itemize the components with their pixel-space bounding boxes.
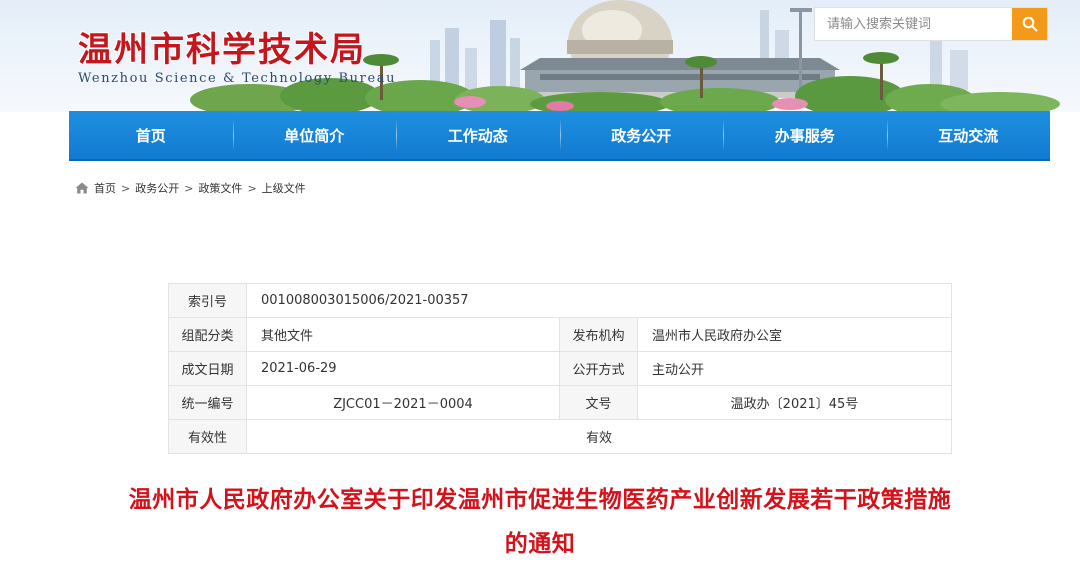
home-icon bbox=[75, 182, 89, 194]
breadcrumb-disclosure[interactable]: 政务公开 bbox=[135, 180, 179, 196]
table-row: 组配分类 其他文件 发布机构 温州市人民政府办公室 bbox=[168, 317, 952, 352]
nav-item-home[interactable]: 首页 bbox=[69, 111, 233, 159]
document-title-line2: 的通知 bbox=[504, 531, 576, 557]
doc-no-value: 温政办〔2021〕45号 bbox=[637, 385, 952, 420]
index-no-value: 001008003015006/2021-00357 bbox=[246, 283, 952, 318]
breadcrumb-separator: > bbox=[184, 181, 194, 195]
main-nav: 首页 单位简介 工作动态 政务公开 办事服务 互动交流 bbox=[69, 111, 1050, 161]
validity-label: 有效性 bbox=[168, 419, 247, 454]
publisher-label: 发布机构 bbox=[559, 317, 638, 352]
site-subtitle: Wenzhou Science & Technology Bureau bbox=[78, 71, 397, 86]
table-row: 统一编号 ZJCC01－2021－0004 文号 温政办〔2021〕45号 bbox=[168, 385, 952, 420]
table-row: 有效性 有效 bbox=[168, 419, 952, 454]
breadcrumb-superior-docs[interactable]: 上级文件 bbox=[262, 180, 306, 196]
unified-no-value: ZJCC01－2021－0004 bbox=[246, 385, 560, 420]
document-title-line1: 温州市人民政府办公室关于印发温州市促进生物医药产业创新发展若干政策措施 bbox=[128, 487, 952, 513]
document-info-table: 索引号 001008003015006/2021-00357 组配分类 其他文件… bbox=[168, 283, 952, 454]
search-box bbox=[815, 8, 1047, 40]
nav-item-services[interactable]: 办事服务 bbox=[723, 111, 887, 159]
doc-no-label: 文号 bbox=[559, 385, 638, 420]
unified-no-label: 统一编号 bbox=[168, 385, 247, 420]
breadcrumb-policy-docs[interactable]: 政策文件 bbox=[198, 180, 242, 196]
validity-value: 有效 bbox=[246, 419, 952, 454]
table-row: 成文日期 2021-06-29 公开方式 主动公开 bbox=[168, 351, 952, 386]
search-input[interactable] bbox=[815, 8, 1012, 40]
breadcrumb: 首页 > 政务公开 > 政策文件 > 上级文件 bbox=[75, 180, 306, 196]
disclosure-label: 公开方式 bbox=[559, 351, 638, 386]
category-value: 其他文件 bbox=[246, 317, 560, 352]
date-label: 成文日期 bbox=[168, 351, 247, 386]
index-no-label: 索引号 bbox=[168, 283, 247, 318]
breadcrumb-separator: > bbox=[121, 181, 131, 195]
breadcrumb-separator: > bbox=[247, 181, 257, 195]
site-title: 温州市科学技术局 bbox=[78, 30, 366, 70]
search-icon bbox=[1022, 16, 1037, 32]
disclosure-value: 主动公开 bbox=[637, 351, 952, 386]
search-button[interactable] bbox=[1012, 8, 1047, 40]
table-row: 索引号 001008003015006/2021-00357 bbox=[168, 283, 952, 318]
publisher-value: 温州市人民政府办公室 bbox=[637, 317, 952, 352]
date-value: 2021-06-29 bbox=[246, 351, 560, 386]
nav-item-disclosure[interactable]: 政务公开 bbox=[559, 111, 724, 159]
breadcrumb-home[interactable]: 首页 bbox=[94, 180, 116, 196]
nav-item-news[interactable]: 工作动态 bbox=[396, 111, 560, 159]
nav-item-about[interactable]: 单位简介 bbox=[232, 111, 397, 159]
category-label: 组配分类 bbox=[168, 317, 247, 352]
document-title: 温州市人民政府办公室关于印发温州市促进生物医药产业创新发展若干政策措施 的通知 bbox=[60, 478, 1020, 566]
nav-item-interaction[interactable]: 互动交流 bbox=[886, 111, 1051, 159]
header-banner: 温州市科学技术局 Wenzhou Science & Technology Bu… bbox=[0, 0, 1080, 112]
